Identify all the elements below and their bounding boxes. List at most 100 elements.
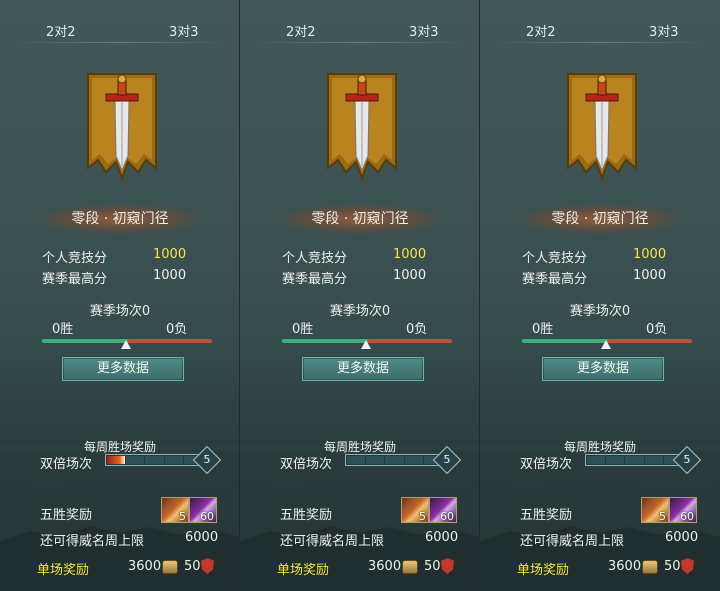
- reward-count: 60: [680, 510, 694, 523]
- single-reward-points: 50: [664, 559, 681, 574]
- tab-divider: [10, 42, 230, 43]
- arena-panel: 2对2 3对3 零段 · 初窥门径 个人竞技分 1000 赛季最高分 1000 …: [480, 0, 720, 591]
- double-segment: [366, 456, 385, 464]
- tab-divider: [250, 42, 470, 43]
- single-reward-label: 单场奖励: [517, 563, 570, 578]
- coin-icon: [162, 560, 178, 574]
- single-reward-coins: 3600: [608, 559, 642, 574]
- weekly-cap-value: 6000: [665, 530, 699, 545]
- double-matches-bar: [105, 454, 205, 466]
- five-win-label: 五胜奖励: [520, 508, 573, 523]
- shield-icon: [201, 558, 214, 574]
- double-segment: [404, 456, 423, 464]
- coin-icon: [642, 560, 658, 574]
- double-matches-label: 双倍场次: [520, 457, 573, 472]
- tab-2v2[interactable]: 2对2: [46, 21, 76, 40]
- season-matches: 赛季场次0: [569, 304, 631, 319]
- double-segment: [347, 456, 366, 464]
- personal-score-label: 个人竞技分: [282, 251, 348, 266]
- reward-count: 60: [200, 510, 214, 523]
- rank-title: 零段 · 初窥门径: [40, 204, 200, 234]
- double-segment: [587, 456, 606, 464]
- weekly-cap-label: 还可得威名周上限: [520, 534, 625, 549]
- screen: 2对2 3对3 零段 · 初窥门径 个人竞技分 1000 赛季最高分 1000 …: [0, 0, 720, 591]
- reward-count: 5: [179, 510, 186, 523]
- mode-tabs: 2对2 3对3: [0, 0, 239, 44]
- wins-count: 0胜: [292, 322, 314, 337]
- purple-gem-icon[interactable]: 60: [189, 497, 217, 523]
- weekly-cap-label: 还可得威名周上限: [280, 534, 385, 549]
- personal-score-value: 1000: [153, 247, 187, 262]
- double-segment: [625, 456, 644, 464]
- progress-marker-icon: [601, 340, 611, 349]
- double-segment: [164, 456, 183, 464]
- personal-score-label: 个人竞技分: [522, 251, 588, 266]
- weekly-cap-value: 6000: [185, 530, 219, 545]
- reward-count: 60: [440, 510, 454, 523]
- personal-score-label: 个人竞技分: [42, 251, 108, 266]
- tab-3v3[interactable]: 3对3: [169, 21, 199, 40]
- double-segment: [107, 456, 126, 464]
- mode-tabs: 2对2 3对3: [240, 0, 479, 45]
- losses-count: 0负: [406, 322, 428, 337]
- tab-2v2[interactable]: 2对2: [526, 21, 556, 40]
- mode-tabs: 2对2 3对3: [480, 0, 720, 44]
- reward-count: 5: [659, 510, 666, 523]
- double-segment: [385, 456, 404, 464]
- double-segment: [145, 456, 164, 464]
- coin-icon: [402, 560, 418, 574]
- single-reward-label: 单场奖励: [37, 563, 90, 578]
- tab-divider: [490, 42, 710, 43]
- five-win-label: 五胜奖励: [40, 508, 93, 523]
- single-reward-coins: 3600: [368, 559, 402, 574]
- more-data-button[interactable]: 更多数据: [62, 357, 184, 381]
- single-reward-points: 50: [424, 559, 441, 574]
- chest-reward-icon[interactable]: 5: [641, 497, 669, 523]
- single-reward-label: 单场奖励: [277, 563, 330, 578]
- double-count: 5: [683, 453, 691, 466]
- tab-3v3[interactable]: 3对3: [649, 21, 679, 40]
- single-reward-coins: 3600: [128, 559, 162, 574]
- season-high-label: 赛季最高分: [282, 272, 348, 287]
- arena-panel: 2对2 3对3 零段 · 初窥门径 个人竞技分 1000 赛季最高分 1000 …: [0, 0, 240, 591]
- progress-marker-icon: [361, 340, 371, 349]
- single-reward-points: 50: [184, 559, 201, 574]
- chest-reward-icon[interactable]: 5: [401, 497, 429, 523]
- double-matches-bar: [585, 454, 685, 466]
- season-high-label: 赛季最高分: [42, 272, 108, 287]
- progress-marker-icon: [121, 340, 131, 349]
- double-matches-label: 双倍场次: [40, 457, 93, 472]
- more-data-button[interactable]: 更多数据: [542, 357, 664, 381]
- double-segment: [644, 456, 663, 464]
- personal-score-value: 1000: [393, 247, 427, 262]
- season-high-value: 1000: [393, 268, 427, 283]
- double-segment: [606, 456, 625, 464]
- season-matches: 赛季场次0: [89, 304, 151, 319]
- five-win-label: 五胜奖励: [280, 508, 333, 523]
- tab-2v2[interactable]: 2对2: [286, 21, 316, 40]
- season-high-value: 1000: [153, 268, 187, 283]
- double-count: 5: [203, 453, 211, 466]
- tab-3v3[interactable]: 3对3: [373, 7, 474, 45]
- chest-reward-icon[interactable]: 5: [161, 497, 189, 523]
- losses-count: 0负: [166, 322, 188, 337]
- purple-gem-icon[interactable]: 60: [669, 497, 697, 523]
- reward-count: 5: [419, 510, 426, 523]
- more-data-button[interactable]: 更多数据: [302, 357, 424, 381]
- wins-count: 0胜: [52, 322, 74, 337]
- shield-icon: [681, 558, 694, 574]
- double-matches-bar: [345, 454, 445, 466]
- season-high-label: 赛季最高分: [522, 272, 588, 287]
- season-high-value: 1000: [633, 268, 667, 283]
- personal-score-value: 1000: [633, 247, 667, 262]
- double-count: 5: [443, 453, 451, 466]
- rank-title: 零段 · 初窥门径: [520, 204, 680, 234]
- shield-icon: [441, 558, 454, 574]
- sword-banner-icon: [327, 73, 397, 181]
- purple-gem-icon[interactable]: 60: [429, 497, 457, 523]
- arena-panel: 2对2 3对3 零段 · 初窥门径 个人竞技分 1000 赛季最高分 1000 …: [240, 0, 480, 591]
- weekly-cap-value: 6000: [425, 530, 459, 545]
- double-matches-label: 双倍场次: [280, 457, 333, 472]
- season-matches: 赛季场次0: [329, 304, 391, 319]
- double-segment: [126, 456, 145, 464]
